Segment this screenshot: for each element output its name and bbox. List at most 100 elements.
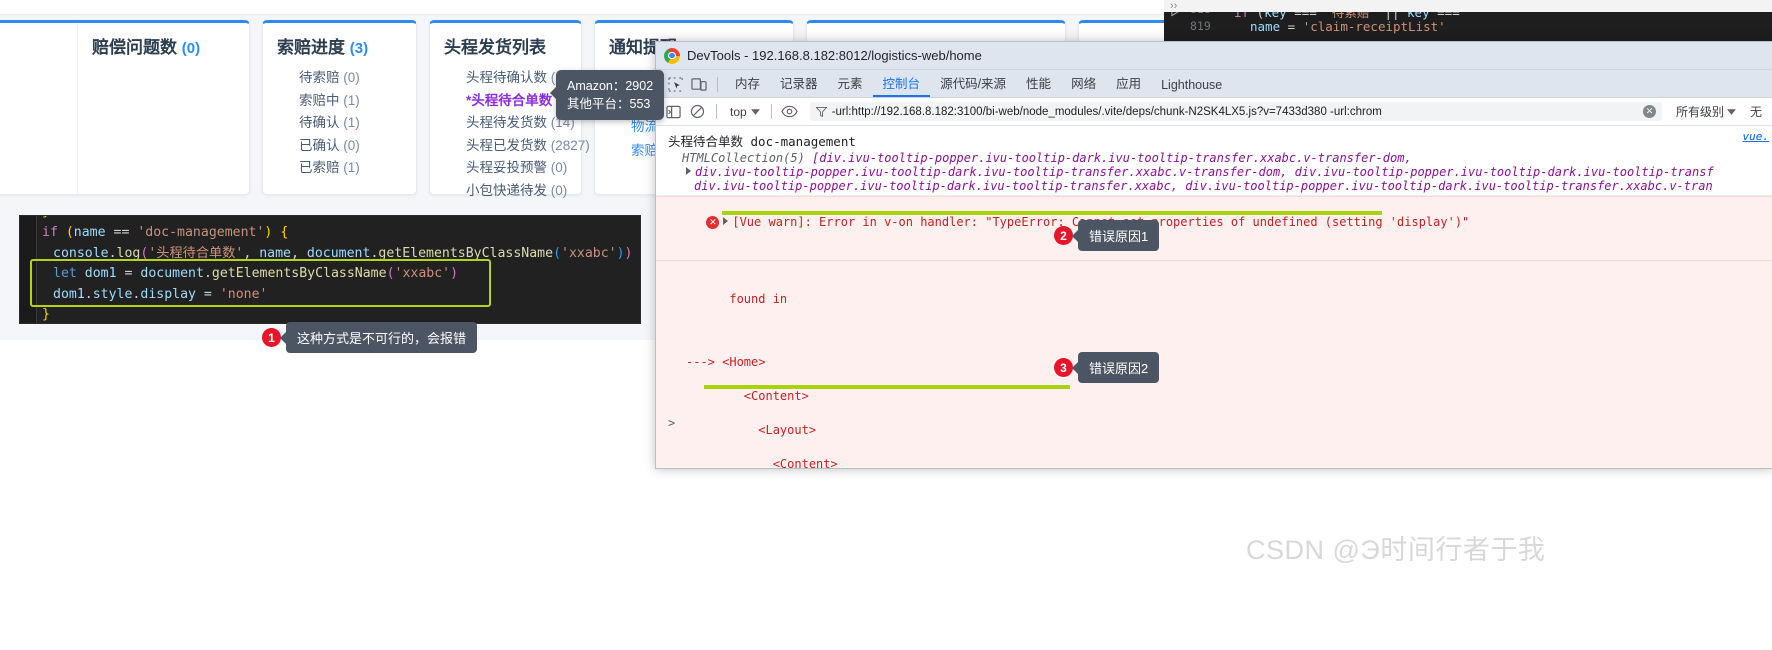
claim-row-label: 索赔中 xyxy=(299,92,340,108)
card-issue-counts: 题数 (0) 赔偿问题数 (0) xyxy=(0,20,250,195)
card-issue-left: 题数 (0) xyxy=(0,23,77,194)
live-expression-eye-icon[interactable] xyxy=(779,101,800,122)
claim-row-label: 已确认 xyxy=(299,137,340,153)
tab-performance[interactable]: 性能 xyxy=(1016,70,1061,97)
log-level-value: 所有级别 xyxy=(1675,105,1724,119)
code-line-5: } xyxy=(42,307,50,322)
shipment-row-shipped[interactable]: 头程已发货数 (2827) xyxy=(444,135,590,158)
claim-row-label: 待索赔 xyxy=(299,70,340,85)
card-title-head-shipment: 头程发货列表 xyxy=(444,33,567,58)
card-title-left: 题数 (0) xyxy=(0,33,63,58)
claim-row-label: 待确认 xyxy=(299,115,340,130)
shipment-merge-tooltip: Amazon：2902 其他平台：553 xyxy=(549,70,665,120)
annotation-3: 3 错误原因2 xyxy=(1054,352,1160,383)
expand-triangle-icon[interactable] xyxy=(723,217,729,225)
inspect-element-icon[interactable] xyxy=(664,73,686,95)
execution-context-value: top xyxy=(730,104,747,119)
card-title-text: 索赔进度 xyxy=(277,38,345,57)
claim-row[interactable]: 索赔中 (1) xyxy=(277,90,402,113)
ide-tab-overflow-icon[interactable]: ›› xyxy=(1170,0,1177,12)
devtools-tabbar[interactable]: 内存 记录器 元素 控制台 源代码/来源 性能 网络 应用 Lighthouse xyxy=(656,70,1772,98)
annotation-1: 1 这种方式是不可行的，会报错 xyxy=(262,322,478,353)
console-collection-line-3: div.ivu-tooltip-popper.ivu-tooltip-dark.… xyxy=(656,179,1772,193)
filter-icon xyxy=(815,106,827,117)
annotation-3-number: 3 xyxy=(1054,358,1073,377)
devtools-window-title: DevTools - 192.168.8.182:8012/logistics-… xyxy=(687,48,982,63)
clear-console-icon[interactable] xyxy=(687,101,708,122)
component-stack-line: <Content> xyxy=(686,457,838,469)
console-output[interactable]: 头程待合单数 doc-management HTMLCollection(5) … xyxy=(656,126,1772,469)
log-level-select[interactable]: 所有级别 xyxy=(1669,103,1743,120)
shipment-row-label: 头程待发货数 xyxy=(466,115,547,130)
tab-network[interactable]: 网络 xyxy=(1061,70,1106,97)
shipment-row-label: 小包快递待发 xyxy=(466,182,547,198)
console-toolbar[interactable]: top -url:http://192.168.8.182:3100/bi-we… xyxy=(656,98,1772,126)
console-vue-warn-entry[interactable]: ✕ [Vue warn]: Error in v-on handler: "Typ… xyxy=(656,130,1772,261)
vue-warn-body: found in xyxy=(656,261,1772,325)
toolbar-divider-2 xyxy=(770,104,772,119)
expand-triangle-icon[interactable] xyxy=(686,167,691,175)
shipment-row-label: 头程待确认数 xyxy=(466,70,547,85)
shipment-row-parcel-pending[interactable]: 小包快递待发 (0) xyxy=(444,180,567,203)
type-error-source-link[interactable]: vue. xyxy=(1743,130,1770,143)
tooltip-line-amazon: Amazon：2902 xyxy=(567,79,654,93)
claim-row-num: (1) xyxy=(343,115,360,130)
tab-application[interactable]: 应用 xyxy=(1106,70,1151,97)
code-line-1: if (name == 'doc-management') { xyxy=(42,225,289,240)
claim-row[interactable]: 待索赔 (0) xyxy=(277,67,402,90)
log-right-label: 无 xyxy=(1743,103,1766,120)
chevron-down-icon xyxy=(750,108,760,115)
claim-row-num: (1) xyxy=(343,160,360,175)
claim-row[interactable]: 已确认 (0) xyxy=(277,135,402,158)
clear-filter-icon[interactable]: ✕ xyxy=(1642,105,1656,118)
collection-line2-text: div.ivu-tooltip-popper.ivu-tooltip-dark.… xyxy=(695,165,1714,179)
shipment-row-num: (2827) xyxy=(550,137,590,153)
tabbar-divider xyxy=(717,77,718,92)
ide-tab-strip xyxy=(1164,0,1772,12)
card-title-count: (3) xyxy=(349,40,369,57)
console-collection-line-2[interactable]: div.ivu-tooltip-popper.ivu-tooltip-dark.… xyxy=(656,165,1772,179)
component-stack: ---> <Home> <Content> <Layout> <Content>… xyxy=(656,325,1772,469)
tab-console[interactable]: 控制台 xyxy=(872,70,931,97)
tab-sources[interactable]: 源代码/来源 xyxy=(930,70,1016,97)
shipment-row-delivery-alert[interactable]: 头程妥投预警 (0) xyxy=(444,157,567,180)
console-filter-value: -url:http://192.168.8.182:3100/bi-web/no… xyxy=(831,105,1382,118)
error-icon: ✕ xyxy=(706,216,720,229)
tab-lighthouse[interactable]: Lighthouse xyxy=(1151,75,1232,97)
console-log-message: 头程待合单数 doc-management xyxy=(668,134,856,149)
ide-line-number: 819 xyxy=(1190,19,1211,33)
shipment-row-pending-merge[interactable]: *头程待合单数 (41) xyxy=(444,90,580,113)
card-title-claim-progress: 索赔进度 (3) xyxy=(277,33,402,58)
tab-elements[interactable]: 元素 xyxy=(828,70,873,97)
tab-recorder[interactable]: 记录器 xyxy=(770,70,828,97)
shipment-row-pending-confirm[interactable]: 头程待确认数 (19) xyxy=(444,67,575,90)
console-log-entry[interactable]: 头程待合单数 doc-management HTMLCollection(5) … xyxy=(656,126,1772,196)
console-prompt[interactable]: > xyxy=(668,416,675,430)
device-toolbar-icon[interactable] xyxy=(688,73,710,95)
component-stack-line: <Layout> xyxy=(686,423,817,437)
claim-row-num: (0) xyxy=(343,137,360,153)
execution-context-select[interactable]: top xyxy=(724,105,766,119)
claim-row[interactable]: 已索赔 (1) xyxy=(277,157,402,180)
shipment-row-pending-ship[interactable]: 头程待发货数 (14) xyxy=(444,112,575,135)
code-line-4: dom1.style.display = 'none' xyxy=(53,286,268,302)
card-title-text: 头程发货列表 xyxy=(444,38,546,57)
highlight-bar-2 xyxy=(704,385,1070,389)
shipment-row-label: 头程妥投预警 xyxy=(466,160,547,175)
console-sidebar-icon[interactable] xyxy=(663,101,684,122)
toolbar-divider-1 xyxy=(716,104,717,119)
chevron-down-icon xyxy=(1726,108,1736,115)
console-filter-input[interactable]: -url:http://192.168.8.182:3100/bi-web/no… xyxy=(809,102,1662,121)
found-in-label: found in xyxy=(729,292,788,306)
code-editor-panel[interactable]: } if (name == 'doc-management') { consol… xyxy=(19,215,641,324)
annotation-2-number: 2 xyxy=(1054,226,1073,245)
claim-row[interactable]: 待确认 (1) xyxy=(277,112,402,135)
devtools-window[interactable]: DevTools - 192.168.8.182:8012/logistics-… xyxy=(655,41,1772,469)
claim-row-num: (1) xyxy=(343,92,360,108)
tab-memory[interactable]: 内存 xyxy=(725,70,770,97)
component-stack-line: ---> <Home> xyxy=(686,355,766,369)
annotation-2: 2 错误原因1 xyxy=(1054,220,1160,251)
collection-line3-text: div.ivu-tooltip-popper.ivu-tooltip-dark.… xyxy=(694,179,1713,193)
code-gutter xyxy=(20,216,37,323)
collection-preview: [div.ivu-tooltip-popper.ivu-tooltip-dark… xyxy=(812,151,1412,165)
